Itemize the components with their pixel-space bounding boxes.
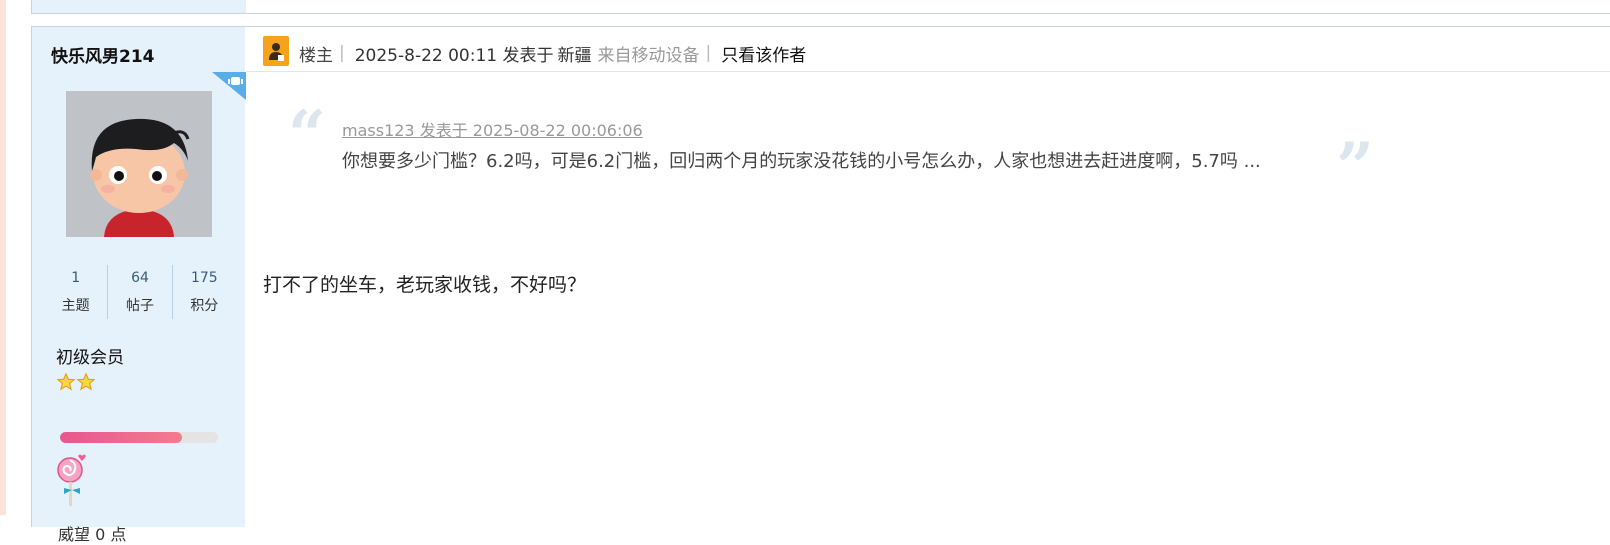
stat-points-label: 积分 (190, 298, 219, 314)
post-content: 楼主 | 2025-8-22 00:11 发表于 新疆 来自移动设备 | 只看该… (246, 27, 1610, 527)
star-icon (77, 373, 95, 391)
quote-text: 你想要多少门槛？6.2吗，可是6.2门槛，回归两个月的玩家没花钱的小号怎么办，人… (342, 151, 1261, 172)
stat-posts-value: 64 (131, 270, 149, 286)
separator: | (705, 43, 712, 63)
user-avatar[interactable] (66, 91, 212, 237)
stat-points[interactable]: 175 积分 (171, 265, 236, 319)
lollipop-medal-icon[interactable] (56, 452, 90, 512)
post-header: 楼主 | 2025-8-22 00:11 发表于 新疆 来自移动设备 | 只看该… (246, 27, 1610, 72)
user-stats: 1 主题 64 帖子 175 积分 (44, 265, 236, 319)
level-progress-fill (60, 432, 182, 443)
stat-posts-label: 帖子 (125, 298, 154, 314)
post-source: 来自移动设备 (597, 45, 700, 66)
android-device-icon (212, 72, 246, 100)
rank-stars (57, 373, 95, 391)
user-rank[interactable]: 初级会员 (56, 343, 124, 368)
post-region: 新疆 (557, 45, 592, 66)
separator: | (339, 43, 345, 63)
username-link[interactable]: 快乐风男214 (51, 42, 155, 67)
user-prestige-line: 威望 0 点 (58, 525, 127, 544)
stat-threads-value: 1 (71, 270, 81, 286)
previous-post-sidebar (32, 0, 246, 13)
post-message: 打不了的坐车，老玩家收钱，不好吗？ (263, 274, 587, 296)
view-author-only-link[interactable]: 只看该作者 (721, 41, 806, 66)
previous-post-bottom (31, 0, 1610, 14)
user-sidebar: 快乐风男214 1 主题 64 帖子 175 积分 初级会员 威望 0 点 (32, 27, 246, 544)
quote-close-icon: ” (1336, 128, 1374, 206)
quote-source-link[interactable]: mass123 发表于 2025-08-22 00:06:06 (342, 117, 643, 141)
level-progress-bar (60, 432, 218, 443)
forum-post: 快乐风男214 1 主题 64 帖子 175 积分 初级会员 威望 0 点 楼主… (31, 26, 1610, 544)
page-left-edge (0, 0, 6, 515)
stat-posts[interactable]: 64 帖子 (107, 265, 171, 319)
quote-open-icon: “ (288, 96, 326, 174)
star-icon (57, 373, 75, 391)
stat-threads[interactable]: 1 主题 (44, 265, 107, 319)
thread-owner-icon (263, 36, 289, 66)
stat-points-value: 175 (190, 270, 218, 286)
post-timestamp: 2025-8-22 00:11 发表于 (354, 45, 554, 66)
thread-owner-label: 楼主 (299, 45, 333, 66)
stat-threads-label: 主题 (61, 298, 90, 314)
